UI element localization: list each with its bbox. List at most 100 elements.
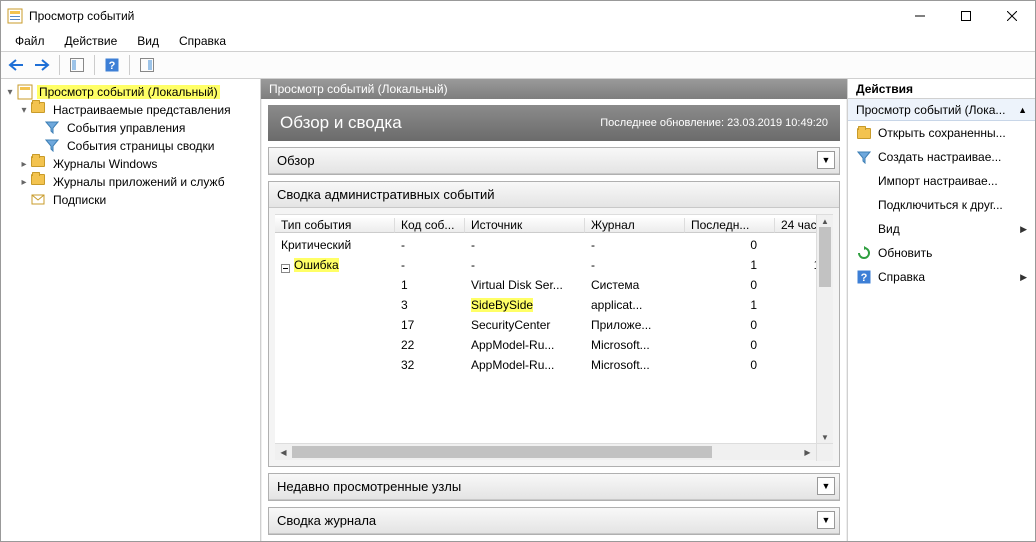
chevron-up-icon[interactable]: ▲ (1018, 105, 1027, 115)
center-pane: Просмотр событий (Локальный) Обзор и сво… (261, 79, 847, 541)
scroll-up-icon[interactable]: ▲ (817, 215, 833, 227)
grid-cell: 15 (775, 258, 816, 272)
scrollbar-thumb[interactable] (819, 227, 831, 287)
col-last[interactable]: Последн... (685, 218, 775, 233)
action-refresh[interactable]: Обновить (848, 241, 1035, 265)
actions-title: Действия (848, 79, 1035, 99)
panel-header[interactable]: Сводка журнала ▼ (269, 508, 839, 534)
grid-cell: SecurityCenter (465, 318, 585, 332)
maximize-button[interactable] (943, 1, 989, 31)
folder-icon (31, 174, 47, 190)
table-row[interactable]: 22AppModel-Ru...Microsoft...00 (275, 335, 816, 355)
scroll-left-icon[interactable]: ◀ (275, 444, 292, 461)
help-icon: ? (856, 269, 872, 285)
tree-subscriptions[interactable]: Подписки (3, 191, 258, 209)
filter-icon (856, 149, 872, 165)
chevron-down-icon[interactable]: ▼ (817, 151, 835, 169)
menu-help[interactable]: Справка (171, 32, 234, 50)
action-create-custom[interactable]: Создать настраивае... (848, 145, 1035, 169)
expand-icon[interactable]: ▸ (17, 177, 31, 188)
grid-cell: Приложе... (585, 318, 685, 332)
action-view[interactable]: Вид ▶ (848, 217, 1035, 241)
forward-button[interactable] (31, 54, 53, 76)
col-type[interactable]: Тип события (275, 218, 395, 233)
back-button[interactable] (5, 54, 27, 76)
grid-cell: 0 (685, 238, 775, 252)
col-24h[interactable]: 24 часа (775, 218, 816, 233)
show-tree-button[interactable] (66, 54, 88, 76)
action-import-custom[interactable]: Импорт настраивае... (848, 169, 1035, 193)
panel-title: Сводка журнала (277, 513, 376, 528)
action-label: Справка (878, 270, 925, 284)
collapse-icon[interactable]: ▾ (3, 87, 17, 98)
action-connect[interactable]: Подключиться к друг... (848, 193, 1035, 217)
grid-cell: - (465, 258, 585, 272)
tree-label: События управления (65, 121, 187, 135)
grid-cell: AppModel-Ru... (465, 358, 585, 372)
col-source[interactable]: Источник (465, 218, 585, 233)
scroll-down-icon[interactable]: ▼ (817, 431, 833, 443)
blank-icon (856, 173, 872, 189)
tree-label: Журналы приложений и служб (51, 175, 227, 189)
action-label: Создать настраивае... (878, 150, 1001, 164)
panel-header[interactable]: Недавно просмотренные узлы ▼ (269, 474, 839, 500)
col-log[interactable]: Журнал (585, 218, 685, 233)
grid-cell: 1 (685, 298, 775, 312)
table-row[interactable]: Ошибка---115 (275, 255, 816, 275)
window-title: Просмотр событий (29, 9, 897, 23)
collapse-icon[interactable]: ▾ (17, 105, 31, 116)
tree-app-logs[interactable]: ▸ Журналы приложений и служб (3, 173, 258, 191)
grid-cell: 0 (685, 338, 775, 352)
menu-action[interactable]: Действие (57, 32, 126, 50)
panel-header[interactable]: Обзор ▼ (269, 148, 839, 174)
table-row[interactable]: Критический---00 (275, 235, 816, 255)
menu-file[interactable]: Файл (7, 32, 53, 50)
grid-cell: 0 (775, 278, 816, 292)
grid-cell: - (585, 258, 685, 272)
actions-section-header[interactable]: Просмотр событий (Лока... ▲ (848, 99, 1035, 121)
tree-custom-views[interactable]: ▾ Настраиваемые представления (3, 101, 258, 119)
eventviewer-icon (17, 84, 33, 100)
expand-icon[interactable]: ▸ (17, 159, 31, 170)
tree-windows-logs[interactable]: ▸ Журналы Windows (3, 155, 258, 173)
action-help[interactable]: ? Справка ▶ (848, 265, 1035, 289)
folder-icon (31, 156, 47, 172)
chevron-right-icon: ▶ (1020, 224, 1027, 235)
menu-view[interactable]: Вид (129, 32, 167, 50)
svg-text:?: ? (109, 60, 116, 72)
tree-summary-events[interactable]: События страницы сводки (3, 137, 258, 155)
scroll-right-icon[interactable]: ▶ (799, 444, 816, 461)
show-actions-button[interactable] (136, 54, 158, 76)
grid-cell: Virtual Disk Ser... (465, 278, 585, 292)
tree-admin-events[interactable]: События управления (3, 119, 258, 137)
chevron-down-icon[interactable]: ▼ (817, 511, 835, 529)
last-update: Последнее обновление: 23.03.2019 10:49:2… (600, 117, 828, 129)
tree-label: Подписки (51, 193, 108, 207)
app-window: Просмотр событий Файл Действие Вид Справ… (0, 0, 1036, 542)
minimize-button[interactable] (897, 1, 943, 31)
grid-cell: - (395, 258, 465, 272)
toolbar: ? (1, 51, 1035, 79)
grid-cell: applicat... (585, 298, 685, 312)
action-open-saved[interactable]: Открыть сохраненны... (848, 121, 1035, 145)
grid-cell: SideBySide (465, 298, 585, 312)
vertical-scrollbar[interactable]: ▲ ▼ (816, 215, 833, 443)
grid-cell: 32 (395, 358, 465, 372)
collapse-icon[interactable] (281, 264, 290, 273)
chevron-down-icon[interactable]: ▼ (817, 477, 835, 495)
overview-title: Обзор и сводка (280, 113, 600, 133)
nav-tree[interactable]: ▾ Просмотр событий (Локальный) ▾ Настраи… (1, 79, 261, 541)
close-button[interactable] (989, 1, 1035, 31)
action-label: Открыть сохраненны... (878, 126, 1006, 140)
table-row[interactable]: 1Virtual Disk Ser...Система00 (275, 275, 816, 295)
scrollbar-thumb[interactable] (292, 446, 712, 458)
table-row[interactable]: 32AppModel-Ru...Microsoft...00 (275, 355, 816, 375)
table-row[interactable]: 3SideBySideapplicat...12 (275, 295, 816, 315)
horizontal-scrollbar[interactable]: ◀ ▶ (275, 443, 833, 460)
panel-admin-summary: Сводка административных событий Тип собы… (268, 181, 840, 467)
col-code[interactable]: Код соб... (395, 218, 465, 233)
panel-header[interactable]: Сводка административных событий (269, 182, 839, 208)
help-button[interactable]: ? (101, 54, 123, 76)
table-row[interactable]: 17SecurityCenterПриложе...00 (275, 315, 816, 335)
tree-root[interactable]: ▾ Просмотр событий (Локальный) (3, 83, 258, 101)
